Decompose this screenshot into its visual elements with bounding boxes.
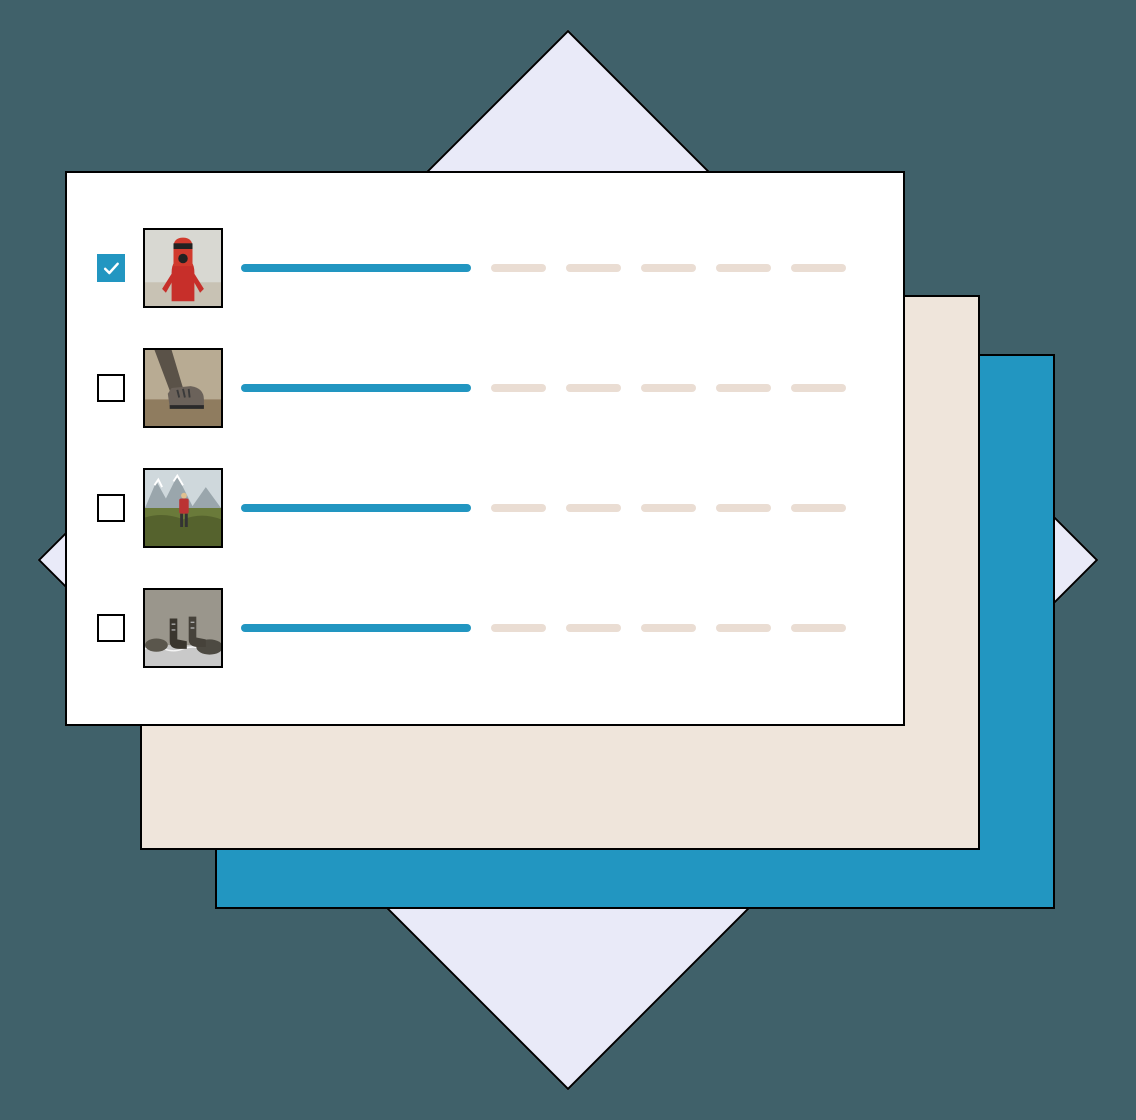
row-thumbnail bbox=[143, 588, 223, 668]
row-content bbox=[241, 384, 873, 392]
cell-placeholder bbox=[716, 504, 771, 512]
row-content bbox=[241, 504, 873, 512]
cell-placeholder bbox=[716, 384, 771, 392]
cell-placeholder bbox=[641, 384, 696, 392]
title-placeholder bbox=[241, 384, 471, 392]
row-thumbnail bbox=[143, 348, 223, 428]
cell-placeholder bbox=[641, 504, 696, 512]
cell-placeholder bbox=[566, 264, 621, 272]
cell-placeholder bbox=[791, 624, 846, 632]
list-row bbox=[97, 448, 873, 568]
cell-placeholder bbox=[716, 264, 771, 272]
title-placeholder bbox=[241, 504, 471, 512]
title-placeholder bbox=[241, 264, 471, 272]
cell-placeholder bbox=[566, 504, 621, 512]
row-content bbox=[241, 624, 873, 632]
row-thumbnail bbox=[143, 468, 223, 548]
list-row bbox=[97, 328, 873, 448]
row-thumbnail bbox=[143, 228, 223, 308]
cell-placeholder bbox=[641, 624, 696, 632]
list-row bbox=[97, 568, 873, 688]
cell-placeholder bbox=[791, 384, 846, 392]
cell-placeholder bbox=[641, 264, 696, 272]
cell-placeholder bbox=[791, 264, 846, 272]
cell-placeholder bbox=[716, 624, 771, 632]
cell-placeholder bbox=[491, 504, 546, 512]
list-card bbox=[65, 171, 905, 726]
cell-placeholder bbox=[791, 504, 846, 512]
cell-placeholder bbox=[566, 384, 621, 392]
list-row bbox=[97, 208, 873, 328]
check-icon bbox=[101, 258, 121, 278]
title-placeholder bbox=[241, 624, 471, 632]
cell-placeholder bbox=[491, 624, 546, 632]
row-content bbox=[241, 264, 873, 272]
row-checkbox[interactable] bbox=[97, 254, 125, 282]
cell-placeholder bbox=[491, 384, 546, 392]
row-checkbox[interactable] bbox=[97, 614, 125, 642]
cell-placeholder bbox=[566, 624, 621, 632]
row-checkbox[interactable] bbox=[97, 494, 125, 522]
row-checkbox[interactable] bbox=[97, 374, 125, 402]
cell-placeholder bbox=[491, 264, 546, 272]
